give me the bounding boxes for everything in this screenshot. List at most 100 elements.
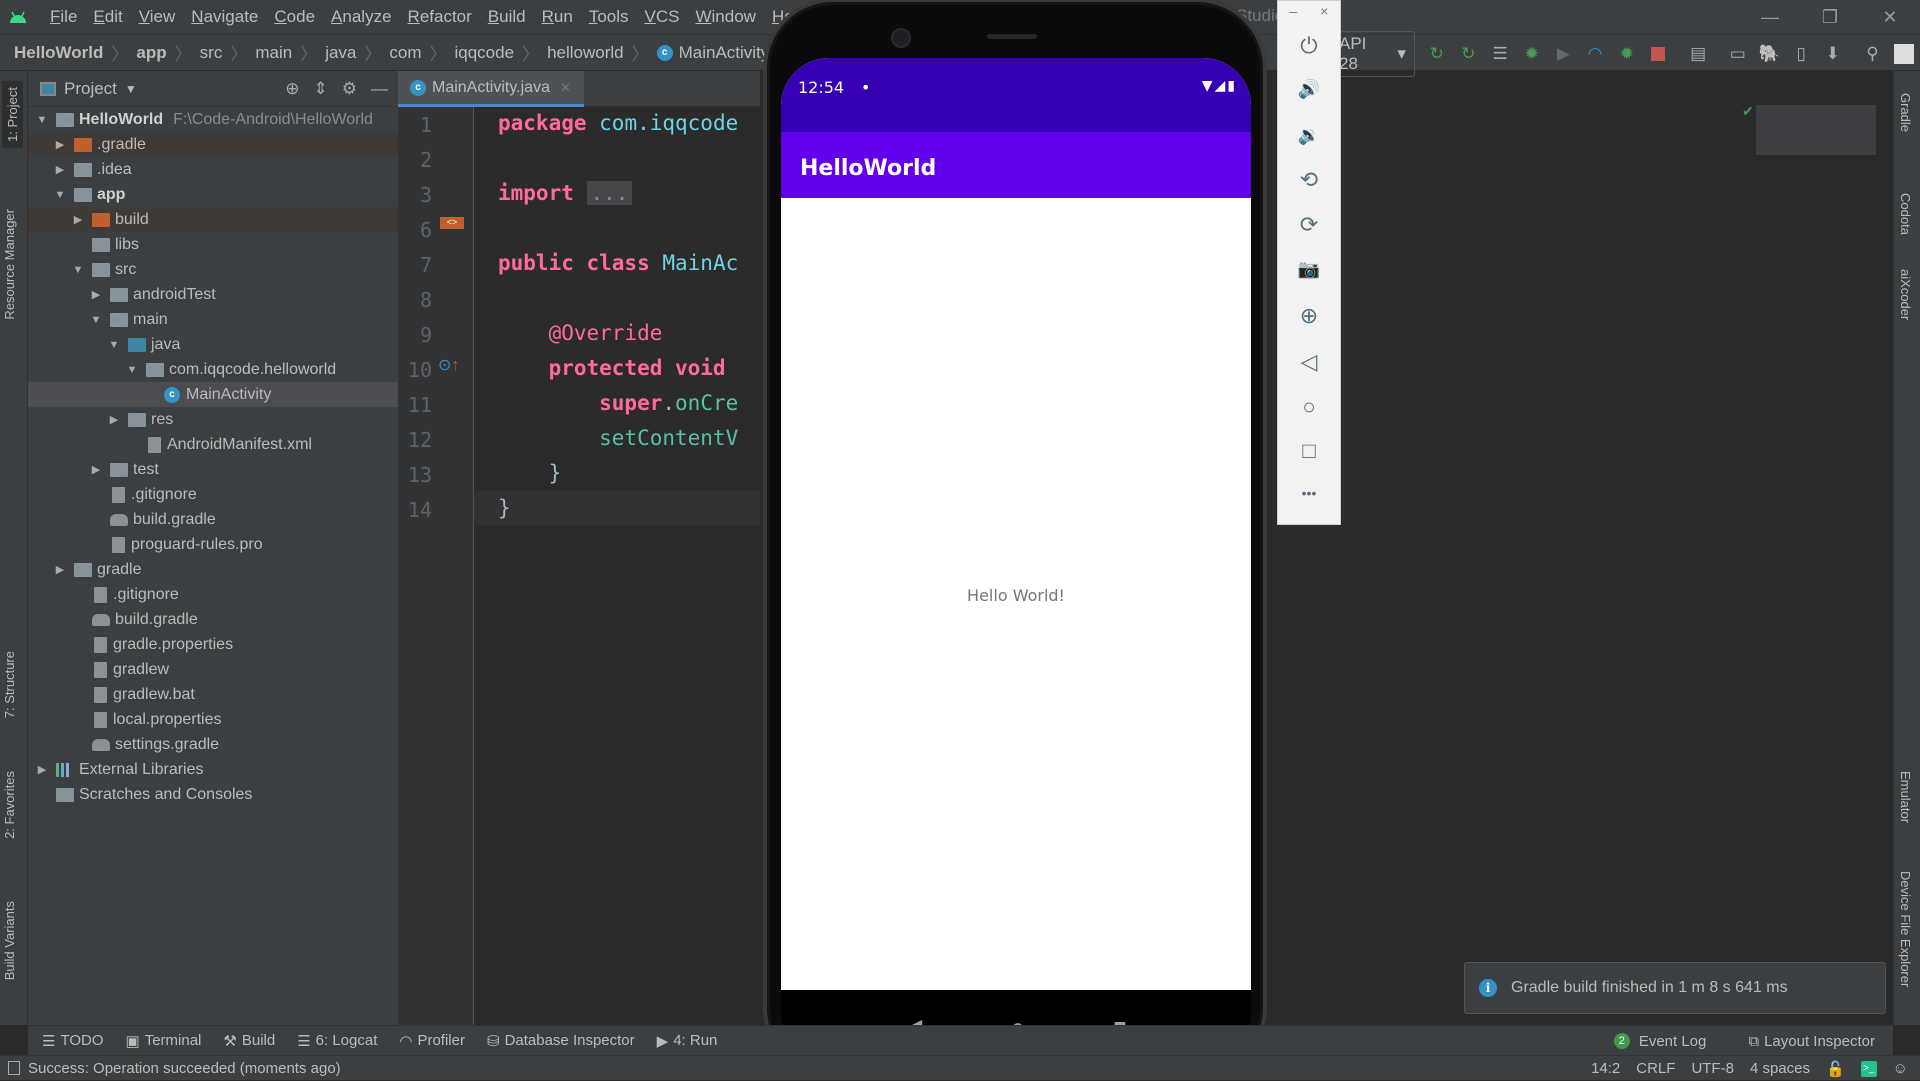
lock-icon[interactable]: 🔓 (1826, 1060, 1845, 1078)
menu-build[interactable]: Build (480, 7, 534, 27)
tool-todo[interactable]: ☰ TODO (42, 1032, 104, 1050)
status-message[interactable]: Success: Operation succeeded (moments ag… (28, 1060, 341, 1077)
menu-navigate[interactable]: Navigate (183, 7, 266, 27)
tab-resource-manager[interactable]: Resource Manager (2, 209, 17, 320)
tab-device-file-explorer[interactable]: Device File Explorer (1898, 871, 1913, 987)
tab-codota[interactable]: Codota (1898, 193, 1913, 235)
search-icon[interactable]: ⚲ (1857, 40, 1889, 68)
menu-edit[interactable]: Edit (85, 7, 130, 27)
tab-structure[interactable]: 7: Structure (2, 651, 17, 718)
emulator-minimize-button[interactable]: – (1290, 3, 1298, 19)
tool-logcat[interactable]: ☰ 6: Logcat (297, 1032, 377, 1050)
back-icon[interactable]: ◁ (1278, 349, 1340, 375)
screenshot-icon[interactable]: 📷 (1278, 259, 1340, 280)
caret-position[interactable]: 14:2 (1591, 1060, 1620, 1077)
expand-right-icon[interactable]: ▶ (52, 163, 68, 176)
code-line[interactable]: protected void (498, 356, 738, 380)
collapse-all-icon[interactable]: ⇕ (314, 79, 328, 99)
menu-run[interactable]: Run (534, 7, 581, 27)
sync-icon[interactable]: ☰ (1484, 40, 1516, 68)
tool-terminal[interactable]: ▣ Terminal (126, 1032, 202, 1050)
close-button[interactable]: ✕ (1860, 7, 1920, 28)
tree-item[interactable]: ▶ test (28, 457, 398, 482)
menu-window[interactable]: Window (687, 7, 763, 27)
override-gutter-icon[interactable]: ⊙↑ (438, 355, 459, 375)
device-selector[interactable]: API 28 ▾ (1330, 31, 1415, 77)
tree-item[interactable]: gradlew.bat (28, 682, 398, 707)
apply-code-changes-icon[interactable]: ↻ (1453, 40, 1485, 68)
coverage-icon[interactable]: ▶ (1548, 40, 1580, 68)
tree-item[interactable]: gradlew (28, 657, 398, 682)
expand-right-icon[interactable]: ▶ (70, 213, 86, 226)
tab-gradle[interactable]: Gradle (1898, 93, 1913, 132)
tool-run[interactable]: ▶ 4: Run (657, 1032, 718, 1050)
code-line[interactable]: package com.iqqcode (498, 111, 738, 135)
tree-item[interactable]: ▶ build (28, 207, 398, 232)
code-line[interactable]: } (498, 461, 562, 485)
expand-down-icon[interactable]: ▼ (70, 264, 86, 276)
code-line[interactable]: import ... (498, 181, 633, 205)
expand-down-icon[interactable]: ▼ (124, 364, 140, 376)
tab-favorites[interactable]: 2: Favorites (2, 771, 17, 839)
overview-icon[interactable]: □ (1278, 438, 1340, 464)
profile-icon[interactable]: ◠ (1579, 40, 1611, 68)
breadcrumb-item[interactable]: src (200, 43, 223, 63)
breadcrumb-item[interactable]: com (389, 43, 421, 63)
menu-vcs[interactable]: VCS (637, 7, 688, 27)
tree-item[interactable]: ▼ app (28, 182, 398, 207)
volume-up-icon[interactable]: 🔊 (1278, 79, 1340, 100)
menu-view[interactable]: View (131, 7, 184, 27)
tree-item[interactable]: ▶ .idea (28, 157, 398, 182)
locate-icon[interactable]: ⊕ (285, 79, 299, 99)
tool-build[interactable]: ⚒ Build (223, 1032, 275, 1050)
expand-right-icon[interactable]: ▶ (88, 463, 104, 476)
project-view-selector[interactable]: Project (64, 79, 117, 99)
breadcrumb-item[interactable]: MainActivity (679, 43, 770, 63)
code-line[interactable]: @Override (498, 321, 663, 345)
gradle-notification[interactable]: i Gradle build finished in 1 m 8 s 641 m… (1464, 962, 1886, 1014)
rotate-right-icon[interactable]: ⟳ (1278, 212, 1340, 238)
menu-code[interactable]: Code (266, 7, 323, 27)
code-line[interactable]: public class MainAc (498, 251, 738, 275)
inspector-icon[interactable]: ☺ (1893, 1060, 1908, 1077)
menu-analyze[interactable]: Analyze (323, 7, 399, 27)
close-tab-icon[interactable]: ✕ (560, 80, 571, 96)
device-screen[interactable]: 12:54 • ▼◢▮ HelloWorld Hello World! ◀ ● … (781, 58, 1251, 1064)
tree-item[interactable]: .gitignore (28, 582, 398, 607)
project-structure-icon[interactable]: ▤ (1682, 40, 1714, 68)
breadcrumb-item[interactable]: app (136, 43, 166, 63)
tab-build-variants[interactable]: Build Variants (2, 901, 17, 980)
codota-icon[interactable]: >_ (1860, 1060, 1877, 1077)
tree-item[interactable]: Scratches and Consoles (28, 782, 398, 807)
tree-item[interactable]: ▼ java (28, 332, 398, 357)
code-line[interactable]: setContentV (498, 426, 738, 450)
menu-refactor[interactable]: Refactor (400, 7, 480, 27)
line-separator[interactable]: CRLF (1636, 1060, 1675, 1077)
file-encoding[interactable]: UTF-8 (1691, 1060, 1734, 1077)
tree-item[interactable]: .gitignore (28, 482, 398, 507)
breadcrumb-item[interactable]: main (255, 43, 292, 63)
debug-icon[interactable]: ✹ (1516, 40, 1548, 68)
tree-item[interactable]: settings.gradle (28, 732, 398, 757)
tab-project[interactable]: 1: Project (2, 81, 23, 148)
tree-item[interactable]: ▼ com.iqqcode.helloworld (28, 357, 398, 382)
menu-tools[interactable]: Tools (581, 7, 637, 27)
expand-down-icon[interactable]: ▼ (106, 339, 122, 351)
tree-item[interactable]: local.properties (28, 707, 398, 732)
breadcrumb-item[interactable]: iqqcode (455, 43, 515, 63)
expand-right-icon[interactable]: ▶ (52, 563, 68, 576)
tree-item[interactable]: ▶ res (28, 407, 398, 432)
account-icon[interactable] (1888, 40, 1920, 68)
tree-item[interactable]: proguard-rules.pro (28, 532, 398, 557)
zoom-icon[interactable]: ⊕ (1278, 303, 1340, 329)
tree-item[interactable]: build.gradle (28, 507, 398, 532)
tree-item[interactable]: build.gradle (28, 607, 398, 632)
layout-gutter-icon[interactable]: <> (440, 207, 466, 233)
volume-down-icon[interactable]: 🔉 (1278, 125, 1340, 146)
tool-database-inspector[interactable]: ⛁ Database Inspector (487, 1032, 635, 1050)
tab-aixcoder[interactable]: aiXcoder (1898, 269, 1913, 320)
avd-manager-icon[interactable]: ▭ (1722, 40, 1754, 68)
tree-item[interactable]: AndroidManifest.xml (28, 432, 398, 457)
tree-item[interactable]: c MainActivity (28, 382, 398, 407)
expand-down-icon[interactable]: ▼ (34, 114, 50, 126)
